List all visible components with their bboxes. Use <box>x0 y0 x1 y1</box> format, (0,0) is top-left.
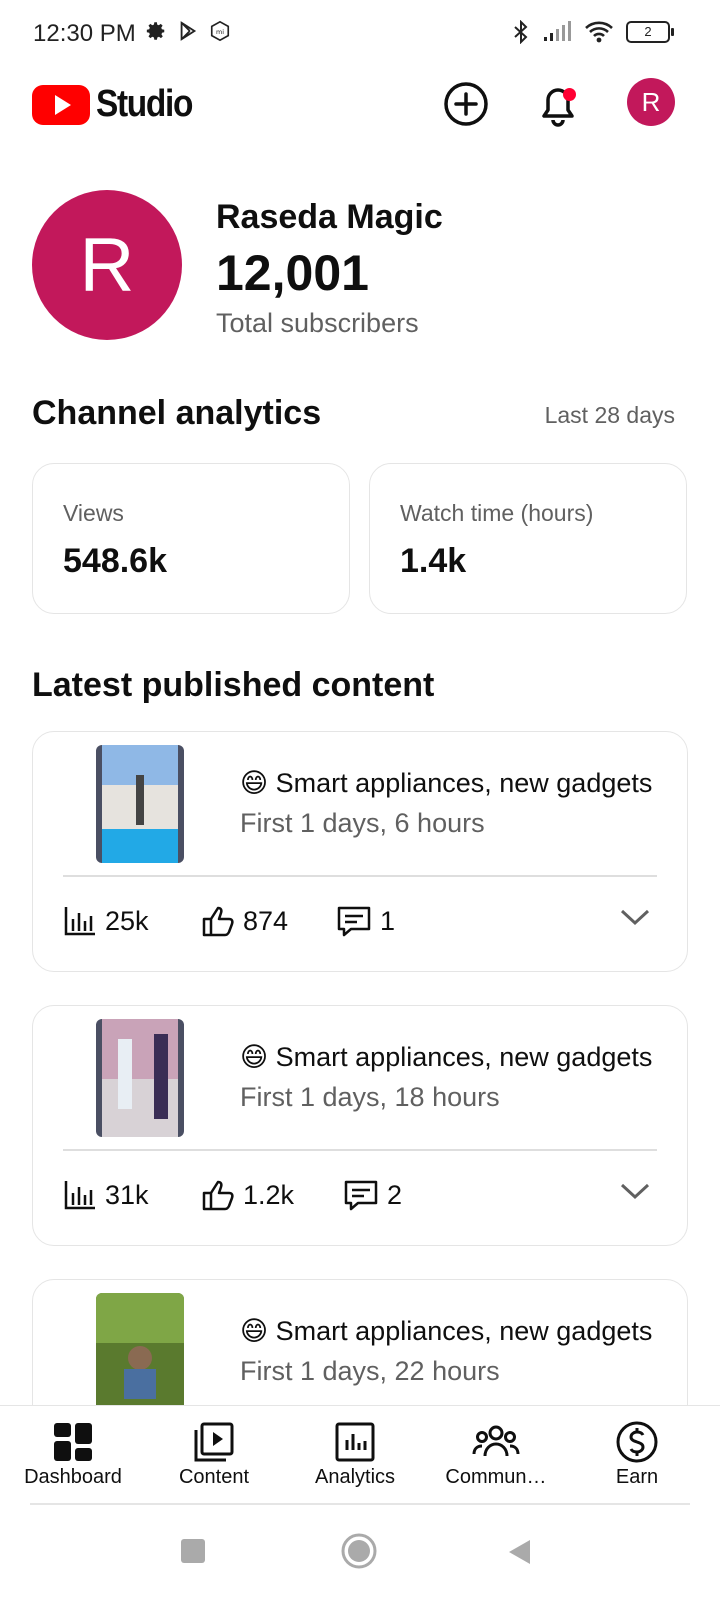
content-card[interactable]: 😄 Smart appliances, new gadgets First 1 … <box>32 1005 688 1246</box>
nav-label: Analytics <box>314 1466 396 1488</box>
expand-button[interactable] <box>619 907 651 932</box>
video-age: First 1 days, 6 hours <box>240 808 485 838</box>
nav-item-dashboard[interactable]: Dashboard <box>8 1420 138 1489</box>
content-icon <box>194 1422 234 1462</box>
comments-metric: 1 <box>336 905 395 937</box>
card-divider <box>63 875 657 877</box>
comments-metric: 2 <box>343 1179 402 1211</box>
circle-icon <box>341 1533 377 1569</box>
views-metric: 25k <box>63 905 149 937</box>
likes-metric: 1.2k <box>201 1179 294 1211</box>
nav-item-content[interactable]: Content <box>149 1420 279 1489</box>
content-card[interactable]: 😄 Smart appliances, new gadgets First 1 … <box>32 731 688 972</box>
square-icon <box>181 1539 205 1563</box>
bar-chart-icon <box>64 907 95 936</box>
system-nav <box>0 1510 720 1600</box>
nav-label: Content <box>178 1466 250 1488</box>
comment-icon <box>344 1180 378 1211</box>
bottom-nav: Dashboard Content Analytics Commun… Earn <box>0 1405 720 1503</box>
video-age: First 1 days, 22 hours <box>240 1356 500 1386</box>
comment-icon <box>337 906 371 937</box>
back-button[interactable] <box>506 1538 532 1571</box>
comments-count: 1 <box>380 905 396 936</box>
video-thumbnail[interactable] <box>96 1019 184 1137</box>
thumbs-up-icon <box>202 1180 234 1211</box>
likes-metric: 874 <box>201 905 288 937</box>
chevron-down-icon <box>620 1183 650 1200</box>
video-thumbnail[interactable] <box>96 745 184 863</box>
back-triangle-icon <box>509 1540 530 1564</box>
chevron-down-icon <box>620 909 650 926</box>
earn-icon <box>616 1421 658 1463</box>
views-count: 31k <box>105 1179 149 1210</box>
video-title[interactable]: 😄 Smart appliances, new gadgets <box>240 768 660 799</box>
expand-button[interactable] <box>619 1181 651 1206</box>
analytics-icon <box>335 1422 375 1462</box>
comments-count: 2 <box>387 1179 403 1210</box>
community-icon <box>472 1425 520 1457</box>
likes-count: 1.2k <box>243 1179 295 1210</box>
nav-item-earn[interactable]: Earn <box>572 1420 702 1489</box>
likes-count: 874 <box>243 905 289 936</box>
nav-item-community[interactable]: Commun… <box>431 1420 561 1489</box>
views-count: 25k <box>105 905 149 936</box>
thumbs-up-icon <box>202 906 234 937</box>
video-title[interactable]: 😄 Smart appliances, new gadgets <box>240 1042 660 1073</box>
nav-divider <box>30 1503 690 1505</box>
bar-chart-icon <box>64 1181 95 1210</box>
card-divider <box>63 1149 657 1151</box>
nav-label: Earn <box>615 1466 659 1488</box>
dashboard-icon <box>54 1423 92 1461</box>
nav-label: Dashboard <box>24 1466 122 1488</box>
views-metric: 31k <box>63 1179 149 1211</box>
nav-item-analytics[interactable]: Analytics <box>290 1420 420 1489</box>
latest-content-list: 😄 Smart appliances, new gadgets First 1 … <box>0 0 720 1405</box>
video-age: First 1 days, 18 hours <box>240 1082 500 1112</box>
home-button[interactable] <box>340 1532 378 1575</box>
video-title[interactable]: 😄 Smart appliances, new gadgets <box>240 1316 660 1347</box>
content-card[interactable]: 😄 Smart appliances, new gadgets First 1 … <box>32 1279 688 1405</box>
recents-button[interactable] <box>180 1538 206 1569</box>
nav-label: Commun… <box>445 1466 547 1488</box>
video-thumbnail[interactable] <box>96 1293 184 1405</box>
